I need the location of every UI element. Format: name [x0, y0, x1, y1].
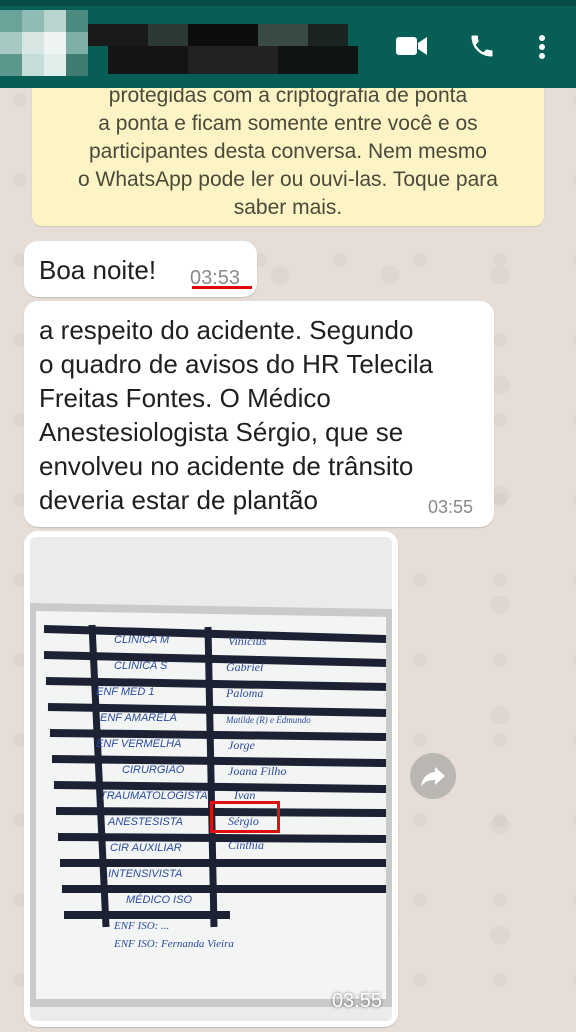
contact-name-censored[interactable] [88, 14, 358, 74]
board-label: INTENSIVISTA [108, 868, 182, 880]
time-underline-annotation [192, 286, 252, 289]
board-name: Paloma [225, 686, 263, 700]
message-line: Anestesiologista Sérgio, que se [39, 417, 404, 447]
message-text: a respeito do acidente. Segundo o quadro… [39, 313, 433, 517]
message-line: o quadro de avisos do HR Telecila [39, 349, 434, 379]
notice-line: a ponta e ficam somente entre você e os [98, 112, 478, 135]
notice-line: saber mais. [233, 196, 343, 219]
board-name: Matilde (R) e Edmundo [225, 715, 311, 725]
notice-line: o WhatsApp pode ler ou ouvi-las. Toque p… [78, 168, 498, 191]
message-line: Freitas Fontes. O Médico [39, 383, 331, 413]
board-label: ANESTESISTA [107, 816, 183, 828]
board-footer: ENF ISO: Fernanda Vieira [113, 938, 234, 950]
message-line: envolveu no acidente de trânsito [39, 451, 414, 481]
board-label: CIR AUXILIAR [110, 842, 182, 854]
board-label: TRAUMATOLOGISTA [100, 790, 208, 802]
message-bubble[interactable]: Boa noite! 03:53 [24, 241, 257, 297]
board-label: ENF MED 1 [96, 686, 154, 698]
video-call-icon[interactable] [396, 34, 428, 63]
board-name: Joana Filho [228, 764, 286, 778]
whiteboard-illustration: CLINICA M CLINICA S ENF MED 1 ENF AMAREL… [30, 537, 392, 1021]
board-name: Gabriel [226, 660, 264, 674]
status-bar-strip [0, 0, 576, 6]
message-time: 03:55 [428, 497, 474, 517]
board-label: CIRURGIÃO [122, 763, 185, 776]
board-name: Cinthia [228, 838, 264, 852]
chat-header [0, 0, 576, 88]
board-label: ENF AMARELA [100, 712, 177, 724]
board-name: Vinícius [228, 634, 267, 648]
notice-line: participantes desta conversa. Nem mesmo [88, 140, 487, 163]
image-whiteboard-photo[interactable]: CLINICA M CLINICA S ENF MED 1 ENF AMAREL… [30, 537, 392, 1021]
board-name: Jorge [228, 738, 256, 752]
forward-icon [421, 767, 445, 787]
board-label: CLINICA S [114, 660, 168, 672]
more-options-icon[interactable] [536, 34, 548, 65]
board-label: CLINICA M [114, 634, 170, 646]
board-footer: ENF ISO: ... [113, 920, 169, 932]
message-line: deveria estar de plantão [39, 485, 318, 515]
voice-call-icon[interactable] [468, 32, 496, 65]
message-text: Boa noite! [39, 255, 157, 285]
avatar[interactable] [0, 10, 90, 76]
message-bubble[interactable]: a respeito do acidente. Segundo o quadro… [24, 301, 494, 527]
forward-button[interactable] [410, 753, 456, 799]
board-name: Ivan [233, 788, 255, 802]
image-timestamp: 03:55 [331, 990, 382, 1012]
board-label: MÉDICO ISO [126, 893, 192, 906]
board-label: ENF VERMELHA [96, 738, 181, 750]
highlight-annotation [210, 801, 280, 833]
message-line: a respeito do acidente. Segundo [39, 315, 414, 345]
